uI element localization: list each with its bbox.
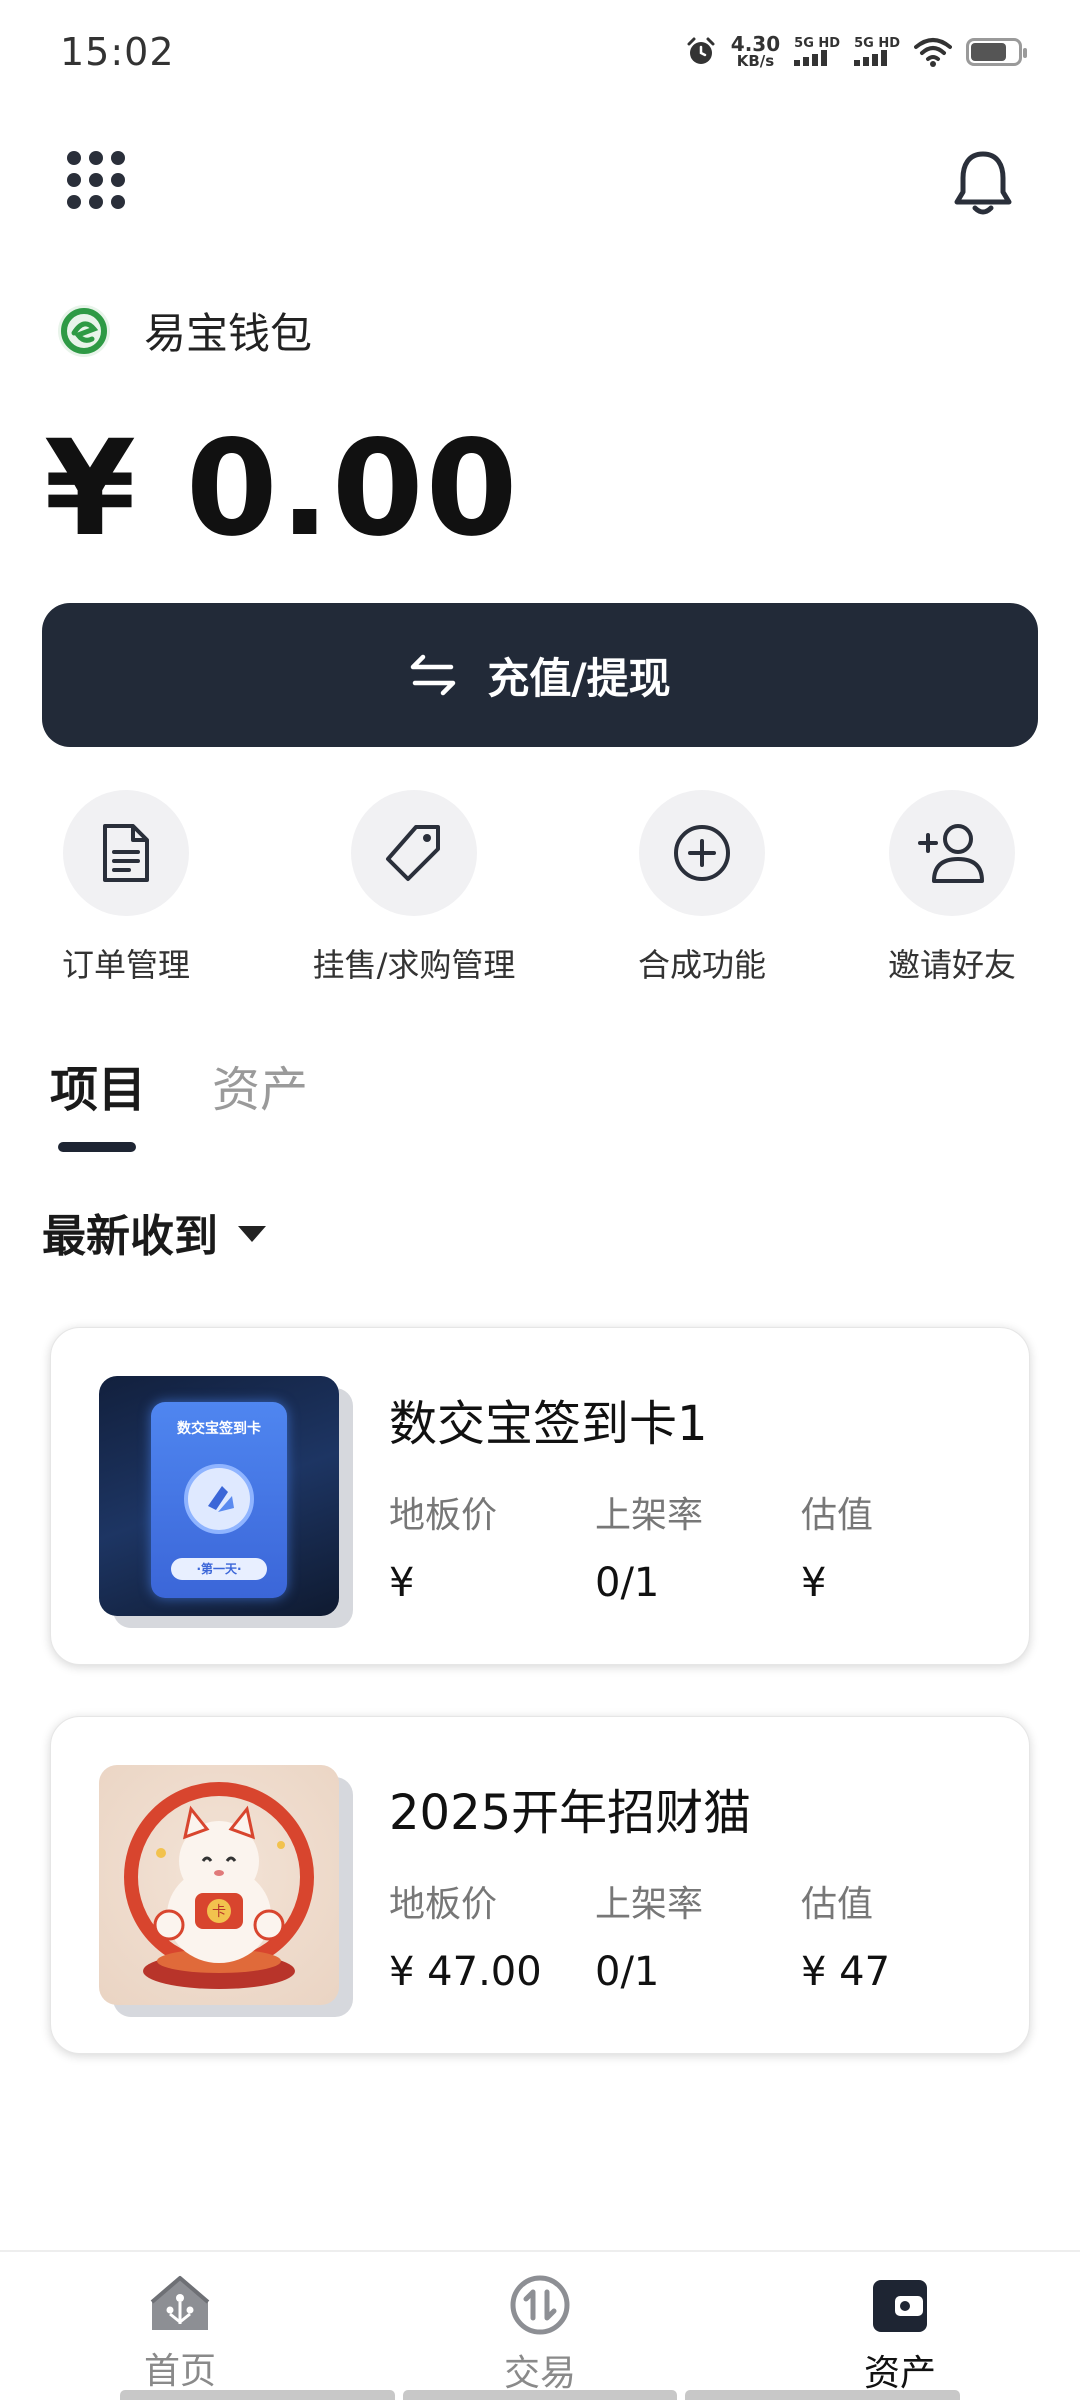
stat-floor-price: 地板价 ¥ xyxy=(389,1486,595,1606)
tab-assets[interactable]: 资产 xyxy=(212,1050,308,1120)
net-speed-unit: KB/s xyxy=(736,52,775,70)
sort-label: 最新收到 xyxy=(42,1211,218,1262)
net-speed-value: 4.30 xyxy=(730,32,781,56)
card-graphic-emblem xyxy=(184,1464,254,1534)
sort-dropdown[interactable]: 最新收到 xyxy=(42,1200,266,1264)
stat-label: 地板价 xyxy=(389,1884,498,1925)
stat-valuation: 估值 ¥ xyxy=(801,1486,1007,1606)
lucky-cat-image: 卡 xyxy=(99,1765,339,2005)
signal-icon xyxy=(854,50,888,66)
nav-label: 资产 xyxy=(863,2353,936,2394)
lucky-cat-illustration: 卡 xyxy=(124,1782,314,1989)
nav-assets[interactable]: 资产 xyxy=(750,2274,1050,2396)
signal-icon xyxy=(794,50,828,66)
quick-action-invite[interactable]: 邀请好友 xyxy=(822,790,1080,986)
quick-action-circle xyxy=(63,790,189,916)
stat-label: 上架率 xyxy=(595,1495,704,1536)
recharge-withdraw-button[interactable]: 充值/提现 xyxy=(42,603,1038,747)
stat-label: 估值 xyxy=(801,1884,874,1925)
net-speed: 4.30 KB/s xyxy=(731,34,780,69)
asset-stats: 地板价 ¥ 上架率 0/1 估值 ¥ xyxy=(389,1486,1007,1606)
alarm-icon xyxy=(687,37,715,64)
signal-sim2: 5G HD xyxy=(854,37,900,66)
cat-badge-text: 卡 xyxy=(212,1904,226,1920)
asset-title: 数交宝签到卡1 xyxy=(389,1396,708,1452)
wallet-header: 易宝钱包 xyxy=(56,300,312,361)
caret-down-icon xyxy=(238,1226,266,1242)
quick-action-orders[interactable]: 订单管理 xyxy=(0,790,256,986)
quick-action-listings[interactable]: 挂售/求购管理 xyxy=(284,790,544,986)
stat-listing-rate: 上架率 0/1 xyxy=(595,1875,801,1995)
status-time: 15:02 xyxy=(60,30,175,74)
stat-value: ¥ 47.00 xyxy=(389,1949,542,1995)
recharge-withdraw-label: 充值/提现 xyxy=(487,653,671,703)
stat-floor-price: 地板价 ¥ 47.00 xyxy=(389,1875,595,1995)
asset-thumbnail: 数交宝签到卡 ·第一天· xyxy=(99,1376,353,1628)
card-graphic-title: 数交宝签到卡 xyxy=(177,1421,261,1437)
tab-indicator xyxy=(58,1142,136,1152)
signal-sim1: 5G HD xyxy=(794,37,840,66)
bell-icon[interactable] xyxy=(952,148,1014,218)
asset-title: 2025开年招财猫 xyxy=(389,1785,752,1841)
status-bar: 15:02 4.30 KB/s 5G HD 5G HD xyxy=(0,0,1080,110)
yibao-logo-icon xyxy=(58,304,110,357)
tab-projects[interactable]: 项目 xyxy=(50,1050,146,1120)
sim1-label: 5G HD xyxy=(794,36,841,51)
exchange-icon xyxy=(510,2275,570,2335)
home-icon xyxy=(150,2276,210,2330)
stat-value: 0/1 xyxy=(595,1949,660,1995)
nav-trade[interactable]: 交易 xyxy=(390,2274,690,2396)
balance-amount: ¥ 0.00 xyxy=(44,412,520,566)
nav-home[interactable]: 首页 xyxy=(30,2274,330,2394)
sim2-label: 5G HD xyxy=(854,36,900,51)
stat-label: 地板价 xyxy=(389,1495,498,1536)
wallet-name: 易宝钱包 xyxy=(144,309,313,358)
tag-icon xyxy=(386,825,440,881)
nav-label: 交易 xyxy=(503,2353,576,2394)
quick-action-circle xyxy=(639,790,765,916)
plus-circle-icon xyxy=(674,825,730,881)
battery-icon xyxy=(966,37,1027,66)
emblem-icon xyxy=(208,1486,234,1512)
swap-arrows-icon xyxy=(411,654,456,696)
quick-actions: 订单管理 挂售/求购管理 合成功能 邀请好友 xyxy=(0,790,1080,984)
asset-thumbnail: 卡 xyxy=(99,1765,353,2017)
checkin-card-image: 数交宝签到卡 ·第一天· xyxy=(99,1376,339,1616)
wallet-icon xyxy=(873,2280,927,2332)
stat-value: 0/1 xyxy=(595,1560,660,1606)
nav-label: 首页 xyxy=(143,2351,216,2392)
status-icons: 4.30 KB/s 5G HD 5G HD xyxy=(685,34,1027,69)
stat-value: ¥ 47 xyxy=(801,1949,891,1995)
stat-label: 估值 xyxy=(801,1495,874,1536)
quick-action-circle xyxy=(889,790,1015,916)
quick-action-label: 合成功能 xyxy=(637,946,766,984)
card-graphic: 数交宝签到卡 ·第一天· xyxy=(151,1402,287,1598)
quick-action-label: 挂售/求购管理 xyxy=(312,946,516,984)
document-icon xyxy=(103,824,149,882)
grid-dots-icon[interactable] xyxy=(66,150,126,210)
content-tabs: 项目 资产 xyxy=(50,1050,308,1120)
quick-action-label: 订单管理 xyxy=(61,946,190,984)
stat-label: 上架率 xyxy=(595,1884,704,1925)
quick-action-label: 邀请好友 xyxy=(887,946,1016,984)
card-graphic-day: ·第一天· xyxy=(171,1558,267,1580)
stat-valuation: 估值 ¥ 47 xyxy=(801,1875,1007,1995)
stat-value: ¥ xyxy=(389,1560,415,1606)
quick-action-synthesis[interactable]: 合成功能 xyxy=(572,790,832,986)
asset-card[interactable]: 数交宝签到卡 ·第一天· 数交宝签到卡1 地板价 ¥ 上架率 0/1 估值 ¥ xyxy=(50,1327,1030,1665)
stat-value: ¥ xyxy=(801,1560,827,1606)
wifi-icon xyxy=(914,37,952,67)
bottom-nav: 首页 交易 资产 xyxy=(0,2250,1080,2400)
asset-card[interactable]: 卡 2025开年招财猫 地板价 ¥ 47.00 上架率 0/1 估值 ¥ 47 xyxy=(50,1716,1030,2054)
quick-action-circle xyxy=(351,790,477,916)
add-user-icon xyxy=(918,824,984,883)
asset-stats: 地板价 ¥ 47.00 上架率 0/1 估值 ¥ 47 xyxy=(389,1875,1007,1995)
stat-listing-rate: 上架率 0/1 xyxy=(595,1486,801,1606)
gesture-bar xyxy=(120,2390,961,2400)
